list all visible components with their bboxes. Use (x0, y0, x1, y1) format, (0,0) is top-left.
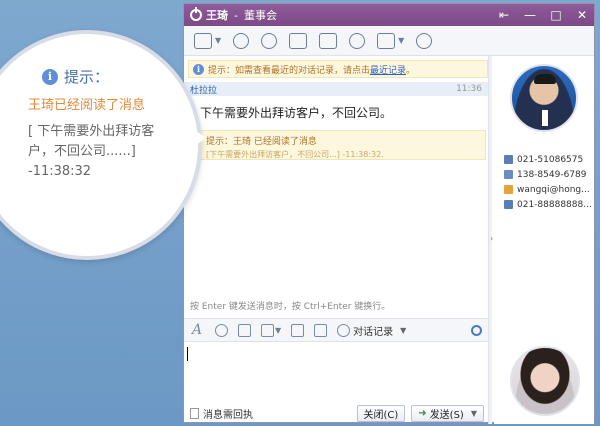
message-input[interactable] (184, 343, 490, 401)
mobile-icon (504, 170, 513, 179)
callout-tail (192, 128, 206, 148)
receipt-checkbox[interactable]: 消息需回执 (190, 406, 253, 421)
file-transfer-icon[interactable] (194, 32, 212, 49)
chevron-down-icon[interactable]: ▼ (398, 36, 404, 45)
contact-info: 021-51086575 138-8549-6789 wangqi@hong..… (504, 152, 592, 212)
close-window-button[interactable]: ✕ (576, 8, 588, 22)
message-text: 下午需要外出拜访客户，不回公司。 (200, 106, 393, 120)
history-notice-text: 提示：如需查看最近的对话记录，请点击 (208, 65, 371, 76)
read-receipt-notice: i 提示：王琦 已经阅读了消息 [下午需要外出拜访客户，不回公司...] -11… (186, 130, 486, 160)
shake-icon[interactable] (291, 323, 305, 337)
message-header: 杜拉拉 11:36 (184, 82, 488, 96)
history-notice-suffix: 。 (406, 65, 416, 76)
receipt-icon (190, 407, 199, 419)
add-contact-icon[interactable] (349, 32, 366, 49)
close-button[interactable]: 关闭(C) (356, 404, 406, 422)
send-button[interactable]: ➜ 发送(S) ▼ (411, 404, 484, 422)
read-receipt-line1: 提示：王琦 已经阅读了消息 (206, 137, 317, 147)
phone-icon (504, 155, 513, 164)
app-icon[interactable] (377, 32, 396, 49)
contact-mobile-row: 138-8549-6789 (504, 167, 592, 182)
callout-time: -11:38:32 (28, 164, 92, 179)
app-logo-icon (190, 7, 202, 21)
chevron-down-icon[interactable]: ▼ (471, 409, 477, 418)
screenshot-icon[interactable] (261, 323, 274, 337)
window-controls: ⇤ — □ ✕ (498, 8, 588, 22)
bottom-bar: 消息需回执 关闭(C) ➜ 发送(S) ▼ (184, 402, 490, 424)
contact-email[interactable]: wangqi@hong... (517, 185, 590, 195)
emoji-icon[interactable] (215, 323, 228, 337)
image-icon[interactable] (238, 323, 251, 337)
history-icon (337, 323, 351, 337)
chat-toolbar: ▼ ▼ (184, 26, 594, 56)
expand-panel-icon[interactable]: › (490, 234, 493, 243)
input-toolbar: A ▼ 对话记录 ▼ (184, 318, 490, 342)
info-icon: i (42, 68, 58, 85)
send-hint: 按 Enter 键发送消息时，按 Ctrl+Enter 键换行。 (190, 301, 391, 312)
self-avatar[interactable] (510, 346, 580, 416)
maximize-button[interactable]: □ (550, 8, 562, 22)
location-icon[interactable] (416, 32, 433, 49)
contact-name: 王琦 (206, 9, 228, 22)
contact-phone-row: 021-51086575 (504, 152, 592, 167)
message-time: 11:36 (456, 84, 482, 94)
chat-window: 王琦 - 董事会 ⇤ — □ ✕ ▼ ▼ i 提示：如需查看最近的对话记录，请点… (183, 3, 595, 424)
callout-read-message: 王琦已经阅读了消息 (28, 98, 146, 113)
contact-fax-row: 021-88888888... (504, 197, 592, 212)
chevron-down-icon: ▼ (400, 325, 407, 335)
remote-assist-icon[interactable] (233, 32, 250, 49)
send-arrow-icon: ➜ (418, 407, 427, 419)
text-cursor (187, 347, 188, 361)
history-label: 对话记录 (353, 326, 394, 338)
history-notice: i 提示：如需查看最近的对话记录，请点击 最近记录 。 (188, 60, 488, 78)
contact-panel: 021-51086575 138-8549-6789 wangqi@hong..… (494, 56, 594, 424)
video-icon[interactable] (289, 32, 308, 49)
font-icon[interactable]: A (192, 322, 205, 338)
read-receipt-line2: [下午需要外出拜访客户，不回公司...] -11:38:32. (206, 150, 384, 159)
contact-email-row: wangqi@hong... (504, 182, 592, 197)
fax-icon (504, 200, 513, 209)
receipt-label: 消息需回执 (203, 409, 253, 421)
send-label: 发送(S) (429, 409, 464, 421)
search-icon[interactable] (471, 324, 482, 336)
info-icon: i (193, 63, 204, 75)
minimize-button[interactable]: — (524, 8, 536, 22)
group-name: 董事会 (243, 9, 277, 22)
contact-phone[interactable]: 021-51086575 (517, 155, 583, 165)
callout-title-row: i 提示： (42, 66, 109, 87)
chevron-down-icon[interactable]: ▼ (215, 36, 221, 45)
recent-records-link[interactable]: 最近记录 (370, 63, 406, 76)
history-button[interactable]: 对话记录 ▼ (337, 323, 406, 338)
pin-icon[interactable]: ⇤ (498, 8, 510, 22)
voice-icon[interactable] (261, 32, 278, 49)
callout-quote: [ 下午需要外出拜访客户，不回公司......] (28, 124, 155, 159)
message-history[interactable]: i 提示：如需查看最近的对话记录，请点击 最近记录 。 杜拉拉 11:36 下午… (184, 56, 488, 314)
contact-mobile[interactable]: 138-8549-6789 (517, 170, 586, 180)
title-bar[interactable]: 王琦 - 董事会 ⇤ — □ ✕ (184, 4, 594, 26)
quick-reply-icon[interactable] (314, 323, 328, 337)
mail-icon (504, 185, 513, 194)
chevron-down-icon[interactable]: ▼ (275, 326, 281, 335)
title-separator: - (234, 8, 238, 22)
read-receipt-callout: i 提示： 王琦已经阅读了消息 [ 下午需要外出拜访客户，不回公司......]… (0, 30, 202, 260)
callout-tip-label: 提示： (64, 68, 110, 86)
sender-name[interactable]: 杜拉拉 (190, 83, 217, 96)
contact-fax[interactable]: 021-88888888... (517, 200, 592, 210)
contact-avatar[interactable] (510, 64, 578, 132)
screen-share-icon[interactable] (319, 32, 338, 49)
